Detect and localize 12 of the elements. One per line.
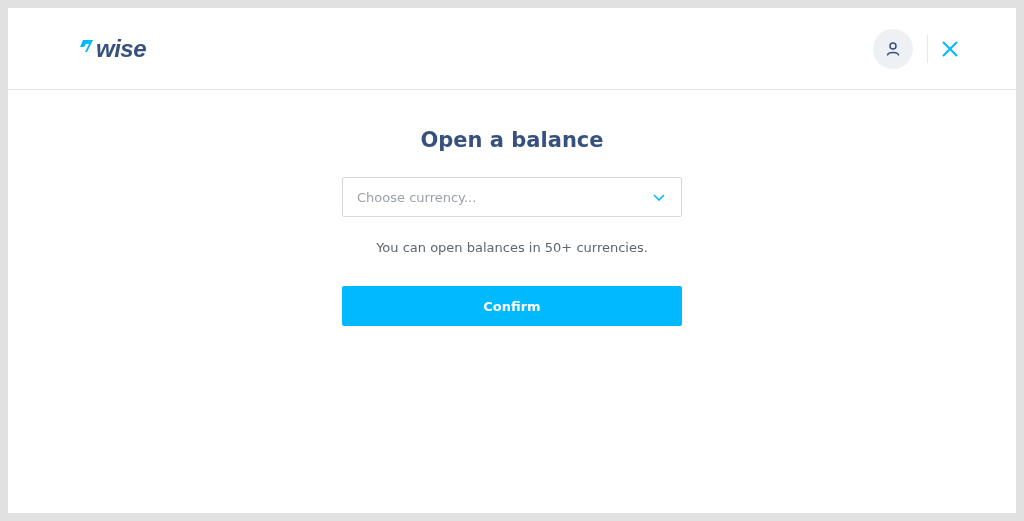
currency-select[interactable]: Choose currency...: [342, 177, 682, 217]
hint-text: You can open balances in 50+ currencies.: [376, 239, 648, 257]
logo-flag-icon: [80, 39, 93, 52]
select-placeholder: Choose currency...: [357, 189, 477, 205]
page-title: Open a balance: [420, 127, 604, 154]
account-button[interactable]: [873, 28, 913, 69]
chevron-down-icon: [653, 193, 665, 201]
close-icon: [942, 40, 958, 57]
close-button[interactable]: [942, 40, 958, 57]
person-icon: [886, 41, 900, 56]
logo-wordmark: wise: [96, 36, 147, 61]
confirm-button[interactable]: Confirm: [342, 286, 682, 326]
